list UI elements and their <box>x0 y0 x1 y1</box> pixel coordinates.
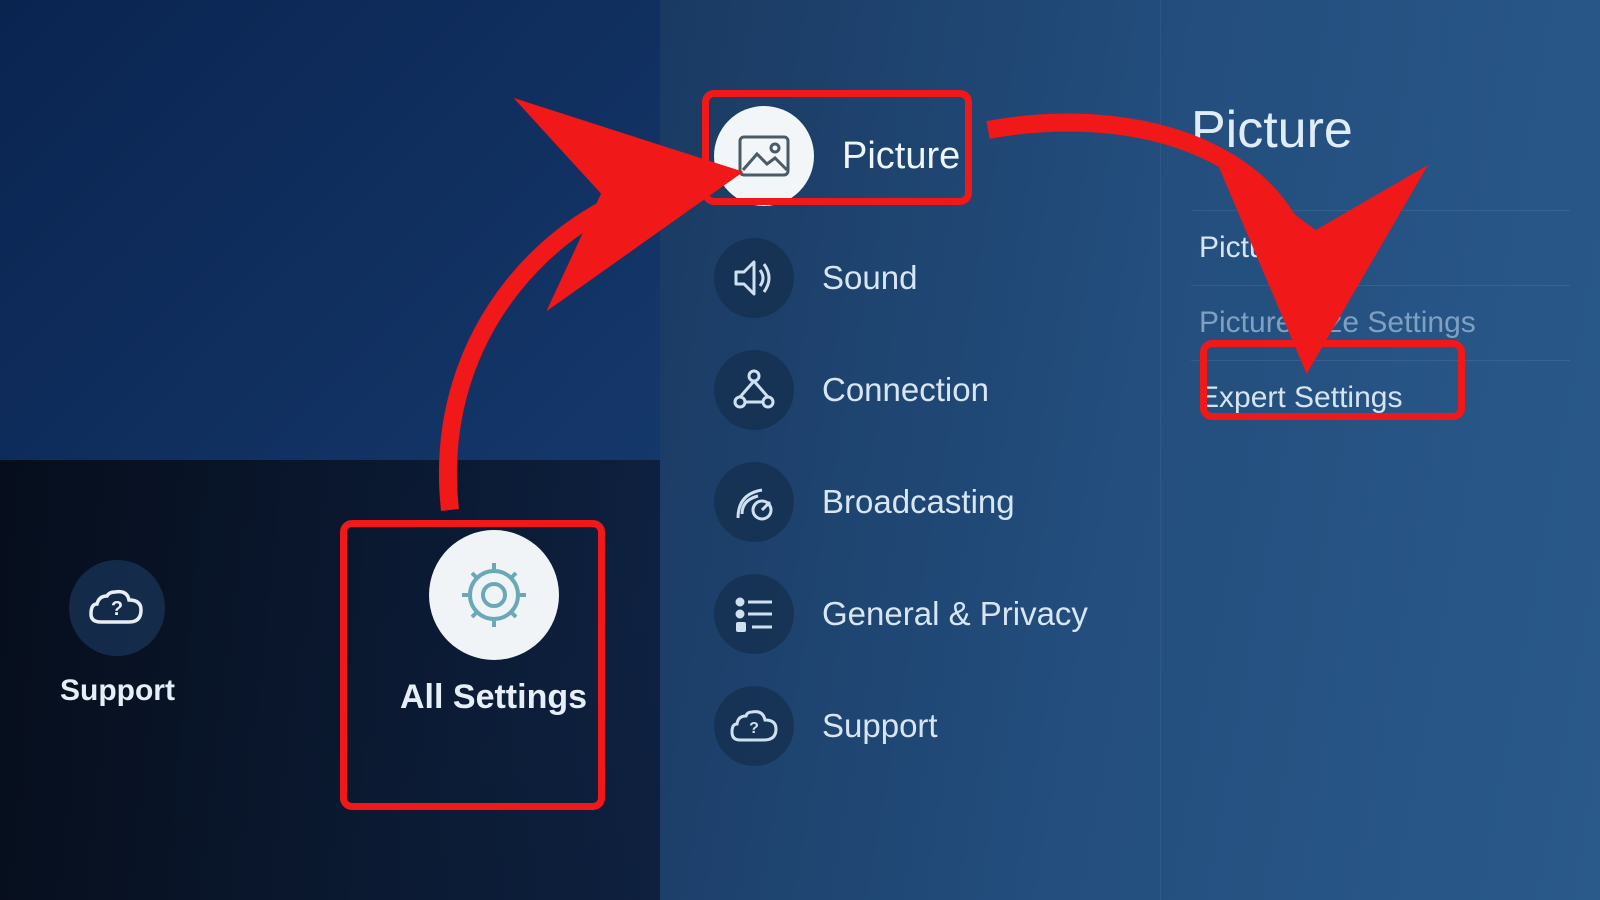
sub-item-picture-mode[interactable]: Picture Mode <box>1191 210 1570 285</box>
network-icon <box>714 350 794 430</box>
category-broadcasting[interactable]: Broadcasting <box>690 446 1160 558</box>
sub-settings-panel: Picture Picture Mode Picture Size Settin… <box>1160 0 1600 900</box>
category-label: Broadcasting <box>822 483 1015 521</box>
category-label: Picture <box>842 135 960 178</box>
category-connection[interactable]: Connection <box>690 334 1160 446</box>
category-sound[interactable]: Sound <box>690 222 1160 334</box>
quick-access-bar: ? Support All Settings <box>0 460 660 900</box>
list-icon <box>714 574 794 654</box>
tile-all-settings[interactable]: All Settings <box>400 530 587 717</box>
category-label: Sound <box>822 259 917 297</box>
category-label: General & Privacy <box>822 595 1088 633</box>
image-icon <box>714 106 814 206</box>
gear-icon <box>429 530 559 660</box>
sub-panel-title: Picture <box>1191 100 1570 160</box>
settings-panel: Picture Sound Connection Broadcasting Ge <box>660 0 1600 900</box>
cloud-question-icon: ? <box>714 686 794 766</box>
speaker-icon <box>714 238 794 318</box>
svg-text:?: ? <box>749 720 759 737</box>
settings-category-list: Picture Sound Connection Broadcasting Ge <box>660 0 1160 900</box>
category-general-privacy[interactable]: General & Privacy <box>690 558 1160 670</box>
category-label: Connection <box>822 371 989 409</box>
category-picture[interactable]: Picture <box>690 90 1160 222</box>
category-label: Support <box>822 707 938 745</box>
svg-text:?: ? <box>111 598 123 620</box>
tile-label: Support <box>60 674 175 708</box>
cloud-question-icon: ? <box>69 560 165 656</box>
satellite-icon <box>714 462 794 542</box>
tile-label: All Settings <box>400 678 587 717</box>
tile-support[interactable]: ? Support <box>60 560 175 708</box>
sub-item-picture-size[interactable]: Picture Size Settings <box>1191 285 1570 360</box>
category-support[interactable]: ? Support <box>690 670 1160 782</box>
sub-item-expert-settings[interactable]: Expert Settings <box>1191 360 1570 435</box>
